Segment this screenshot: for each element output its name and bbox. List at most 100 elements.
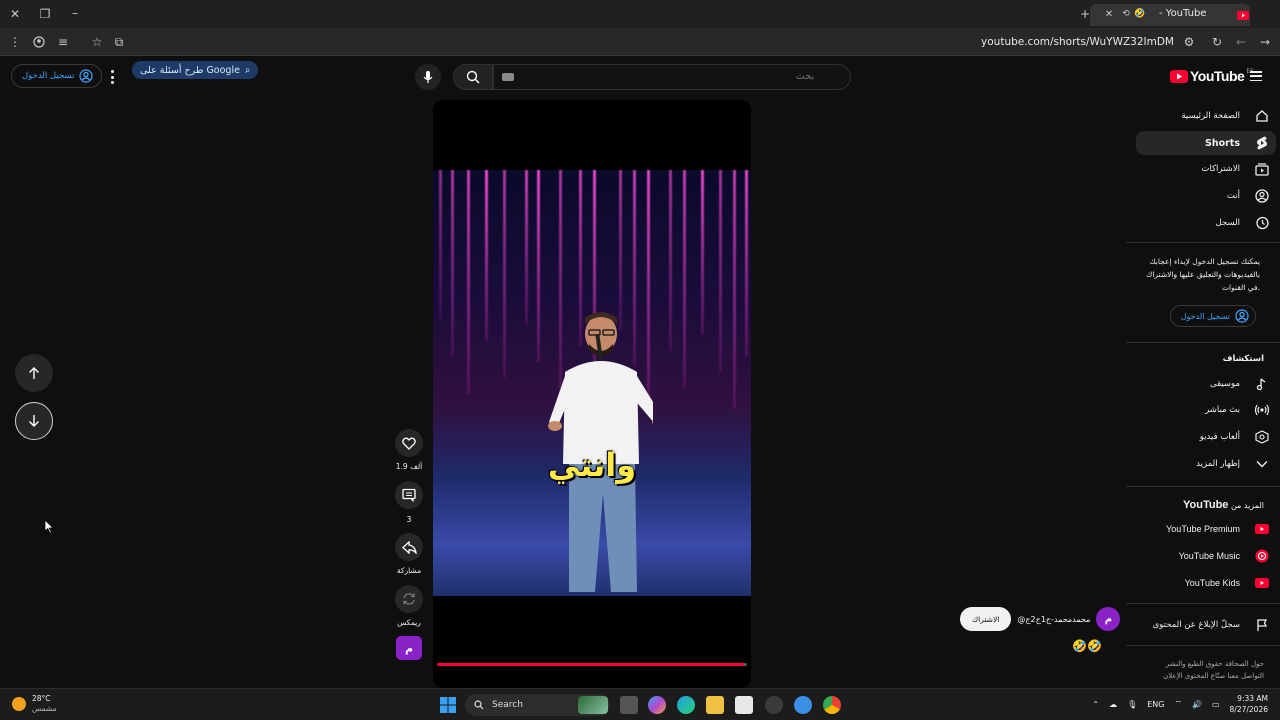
sidebar-item-shorts[interactable]: Shorts	[1136, 131, 1276, 155]
sidebar-item-youtube-kids[interactable]: YouTube Kids	[1136, 571, 1276, 595]
reading-list-icon[interactable]: ≡	[54, 33, 72, 51]
account-icon	[79, 69, 93, 83]
sidebar-item-label: إظهار المزيد	[1196, 459, 1240, 469]
header-signin-button[interactable]: تسجيل الدخول	[11, 64, 103, 88]
search-box	[493, 64, 851, 90]
arrow-down-icon	[29, 415, 39, 427]
like-count: 1.9 ألف	[395, 462, 423, 471]
channel-name[interactable]: @محمدمحمد-ج1ج2ج	[1017, 615, 1090, 624]
subscribe-button[interactable]: الاشتراك	[960, 607, 1012, 631]
window-restore-icon[interactable]: ❐	[36, 5, 54, 23]
window-minimize-icon[interactable]: –	[66, 4, 84, 22]
sidebar-item-label: السجل	[1215, 218, 1240, 228]
sidebar-item-report-history[interactable]: سجلّ الإبلاغ عن المحتوى	[1136, 613, 1276, 637]
share-button[interactable]	[395, 533, 423, 561]
sidebar-signin-button[interactable]: تسجيل الدخول	[1169, 305, 1256, 327]
flag-icon	[1254, 617, 1270, 633]
search-button[interactable]	[453, 64, 493, 90]
previous-short-button[interactable]	[15, 354, 53, 392]
music-icon	[1254, 376, 1270, 392]
you-icon	[1254, 188, 1270, 204]
browser-menu-icon[interactable]: ⋮	[6, 33, 24, 51]
sidebar-footer: حول الصحافة حقوق الطبع والنشر التواصل مع…	[1134, 658, 1264, 682]
tab-close-icon[interactable]: ✕	[1100, 5, 1118, 23]
video-progress-bar[interactable]	[437, 663, 747, 666]
comments-button[interactable]	[395, 481, 423, 509]
file-explorer-icon[interactable]	[706, 696, 724, 714]
sidebar-item-subscriptions[interactable]: الاشتراكات	[1136, 157, 1276, 181]
system-tray: ⌃ ☁ 🎙 ENG ⌔ 🔊 ▭ 9:33 AM 8/27/2026	[1092, 693, 1268, 715]
curtain-light-streak	[525, 170, 528, 325]
input-language[interactable]: ENG	[1147, 700, 1164, 709]
store-icon[interactable]	[735, 696, 753, 714]
settings-kebab-icon[interactable]	[106, 68, 118, 86]
reload-icon[interactable]: ↻	[1208, 33, 1226, 51]
sidebar-item-youtube-music[interactable]: YouTube Music	[1136, 544, 1276, 568]
curtain-light-streak	[537, 170, 540, 362]
next-short-button[interactable]	[15, 402, 53, 440]
voice-search-button[interactable]	[415, 64, 441, 90]
sidebar-signin-label: تسجيل الدخول	[1180, 311, 1230, 321]
url-field[interactable]: youtube.com/shorts/WuYWZ32ImDM	[981, 36, 1174, 48]
microphone-tray-icon[interactable]: 🎙	[1127, 700, 1137, 709]
clock[interactable]: 9:33 AM 8/27/2026	[1230, 693, 1268, 715]
guide-menu-icon[interactable]	[1250, 71, 1262, 81]
curtain-light-streak	[745, 170, 748, 356]
address-bar-row: ⋮ ≡ ☆ ⧉ طرح أسئلة على Google ⌕ youtube.c…	[0, 28, 1280, 79]
sidebar-item-show-more[interactable]: إظهار المزيد	[1136, 452, 1276, 476]
edge-icon[interactable]	[677, 696, 695, 714]
mouse-cursor-icon	[44, 519, 54, 534]
footer-links-row[interactable]: التواصل معنا صنّاع المحتوى الإعلان	[1134, 670, 1264, 682]
sidebar-item-label: YouTube Music	[1178, 551, 1240, 561]
back-icon[interactable]: ←	[1232, 33, 1250, 51]
curtain-light-streak	[451, 170, 454, 357]
show-hidden-icons-icon[interactable]: ⌃	[1092, 700, 1099, 709]
gaming-icon	[1254, 429, 1270, 445]
sidebar-item-music[interactable]: موسيقى	[1136, 372, 1276, 396]
wifi-icon[interactable]: ⌔	[1174, 699, 1182, 709]
battery-icon[interactable]: ▭	[1212, 700, 1220, 709]
search-input[interactable]	[534, 71, 814, 82]
keyboard-icon[interactable]	[502, 73, 514, 81]
youtube-logo[interactable]: YouTube ES	[1170, 68, 1254, 84]
youtube-logo-icon	[1170, 69, 1188, 83]
sidebar-item-label: سجلّ الإبلاغ عن المحتوى	[1152, 620, 1240, 630]
sidebar-item-label: YouTube Premium	[1166, 524, 1240, 534]
sidebar-item-label: YouTube Kids	[1184, 578, 1240, 588]
more-from-brand: YouTube	[1182, 499, 1229, 511]
live-icon	[1254, 402, 1270, 418]
sidebar-item-live[interactable]: بث مباشر	[1136, 398, 1276, 422]
channel-avatar-small[interactable]: م	[396, 636, 422, 660]
sidebar-item-you[interactable]: أنت	[1136, 184, 1276, 208]
sidebar-item-gaming[interactable]: ألعاب فيديو	[1136, 425, 1276, 449]
remix-button[interactable]	[395, 585, 423, 613]
install-app-icon[interactable]: ⧉	[110, 33, 128, 51]
forward-icon[interactable]: →	[1256, 33, 1274, 51]
sidebar-item-history[interactable]: السجل	[1136, 211, 1276, 235]
channel-info-row: الاشتراك @محمدمحمد-ج1ج2ج م	[960, 605, 1121, 633]
sidebar-item-home[interactable]: الصفحة الرئيسية	[1136, 104, 1276, 128]
browser-tab-bar: ✕ ❐ – + ✕ ⟲ 🤣 - YouTube	[0, 0, 1280, 28]
bookmark-star-icon[interactable]: ☆	[88, 33, 106, 51]
copilot-icon[interactable]	[648, 696, 666, 714]
volume-icon[interactable]: 🔊	[1192, 700, 1202, 709]
short-video-player[interactable]: وانتي	[433, 100, 751, 688]
app-icon[interactable]	[794, 696, 812, 714]
window-close-icon[interactable]: ✕	[6, 5, 24, 23]
youtube-favicon-icon	[1234, 6, 1252, 24]
windows-start-icon[interactable]	[439, 696, 457, 714]
chrome-icon[interactable]	[823, 696, 841, 714]
settings-app-icon[interactable]	[765, 696, 783, 714]
task-view-icon[interactable]	[620, 696, 638, 714]
ask-google-chip[interactable]: طرح أسئلة على Google ⌕	[132, 61, 259, 79]
channel-avatar[interactable]: م	[1096, 607, 1121, 631]
weather-widget[interactable]: 28°C مشمس	[12, 694, 57, 714]
sidebar-item-youtube-premium[interactable]: YouTube Premium	[1136, 517, 1276, 541]
network-cloud-icon[interactable]: ☁	[1109, 700, 1117, 709]
site-settings-icon[interactable]: ⚙	[1180, 33, 1198, 51]
profile-icon[interactable]	[30, 33, 48, 51]
ask-google-label: طرح أسئلة على Google	[140, 64, 240, 76]
clock-date: 8/27/2026	[1229, 705, 1268, 714]
footer-links-row[interactable]: حول الصحافة حقوق الطبع والنشر	[1134, 658, 1264, 670]
like-button[interactable]	[395, 429, 423, 457]
